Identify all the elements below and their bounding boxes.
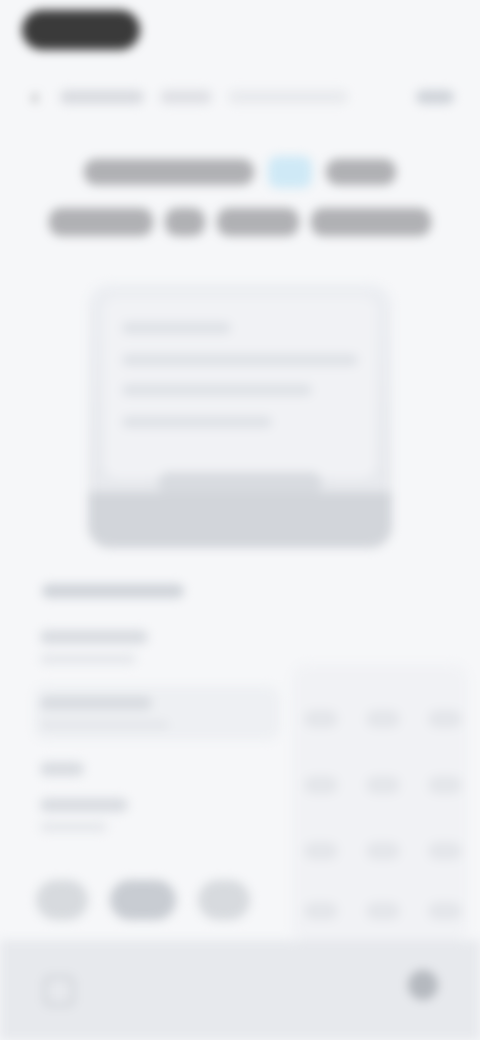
- bottom-bar: [0, 940, 480, 1040]
- blurred-screen: ‹: [0, 0, 480, 1040]
- panel-row: [304, 764, 462, 808]
- list-item-title: [40, 630, 148, 644]
- list-item-title: [40, 696, 152, 710]
- circle-icon[interactable]: [408, 970, 438, 1000]
- hero-card[interactable]: [88, 284, 392, 548]
- headline-word: [84, 159, 254, 185]
- square-icon[interactable]: [44, 976, 74, 1006]
- status-pill: [22, 10, 140, 50]
- hero-line: [122, 384, 313, 396]
- headline-badge: [268, 156, 312, 188]
- section-title: [42, 584, 184, 598]
- panel-row: [304, 698, 462, 742]
- panel-key[interactable]: [428, 710, 462, 728]
- list-item-subtitle: [40, 654, 136, 664]
- list-item[interactable]: [40, 762, 280, 776]
- panel-key[interactable]: [304, 710, 338, 728]
- panel-key[interactable]: [366, 842, 400, 860]
- action-button[interactable]: [198, 880, 250, 920]
- headline: [28, 156, 452, 236]
- back-icon[interactable]: ‹: [26, 84, 44, 109]
- panel-row: [304, 830, 462, 874]
- headline-word: [311, 208, 431, 236]
- headline-word: [326, 159, 396, 185]
- panel-key[interactable]: [304, 902, 338, 920]
- panel-key[interactable]: [366, 710, 400, 728]
- panel-row: [304, 890, 462, 934]
- panel-key[interactable]: [428, 842, 462, 860]
- list-item-title: [40, 798, 128, 812]
- panel-key[interactable]: [304, 842, 338, 860]
- hero-line: [122, 322, 231, 334]
- list-item[interactable]: [40, 630, 280, 664]
- headline-word: [165, 208, 205, 236]
- panel-key[interactable]: [428, 902, 462, 920]
- right-panel: [292, 664, 468, 944]
- hero-card-base: [88, 492, 392, 548]
- headline-line-2: [28, 208, 452, 236]
- action-row: [36, 880, 286, 920]
- settings-list: [34, 630, 280, 854]
- headline-word: [49, 208, 153, 236]
- hero-line: [122, 416, 272, 428]
- panel-key[interactable]: [428, 776, 462, 794]
- panel-key[interactable]: [304, 776, 338, 794]
- panel-key[interactable]: [366, 902, 400, 920]
- list-item-subtitle: [40, 822, 108, 832]
- header-action[interactable]: [416, 90, 454, 104]
- hero-card-inner: [104, 298, 376, 478]
- list-item-subtitle: [40, 720, 169, 730]
- action-button[interactable]: [110, 880, 176, 920]
- headline-line-1: [28, 156, 452, 188]
- title-placeholder-3: [228, 90, 348, 104]
- panel-key[interactable]: [366, 776, 400, 794]
- title-placeholder-1: [60, 90, 144, 104]
- title-placeholder-2: [160, 90, 212, 104]
- hero-card-pill: [158, 472, 322, 494]
- action-button[interactable]: [36, 880, 88, 920]
- list-item-active[interactable]: [34, 686, 280, 740]
- hero-line: [122, 354, 358, 366]
- list-item-title: [40, 762, 84, 776]
- list-item[interactable]: [40, 798, 280, 832]
- headline-word: [217, 208, 299, 236]
- top-bar: ‹: [26, 80, 454, 114]
